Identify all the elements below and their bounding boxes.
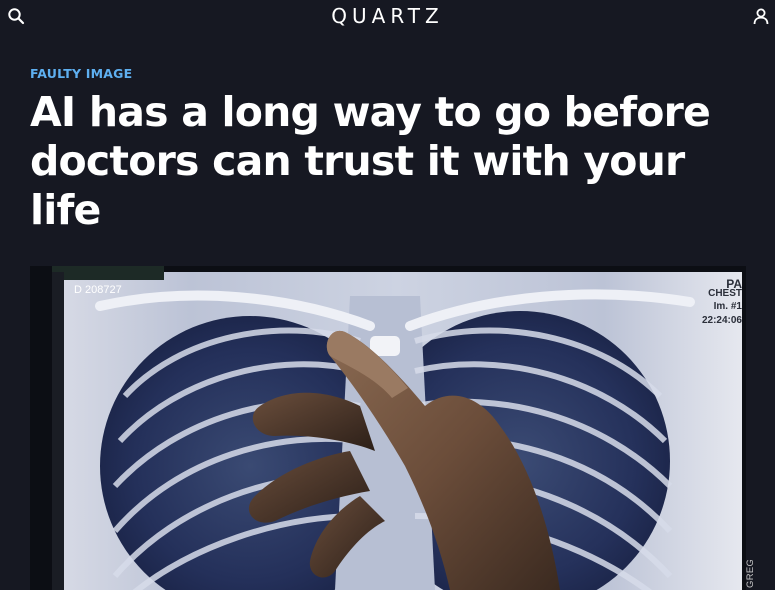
site-logo[interactable]: QUARTZ (0, 4, 775, 28)
article-headline: AI has a long way to go before doctors c… (30, 88, 711, 234)
photo-credit: GREGOR (745, 560, 759, 590)
hero-image: D 208727 PA CHEST Im. #1 22:24:06 (30, 266, 746, 590)
xray-time-label: 22:24:06 (702, 315, 742, 326)
xray-image-number: Im. #1 (714, 301, 743, 312)
account-button[interactable] (751, 6, 771, 26)
chest-xray-photo: D 208727 PA CHEST Im. #1 22:24:06 (30, 266, 746, 590)
xray-region-label: CHEST (708, 288, 742, 299)
user-icon (753, 8, 769, 25)
photo-credit-text: GREGOR (745, 560, 756, 588)
site-header: QUARTZ (0, 0, 775, 34)
xray-id-label: D 208727 (74, 284, 122, 296)
article-kicker[interactable]: FAULTY IMAGE (30, 66, 132, 81)
